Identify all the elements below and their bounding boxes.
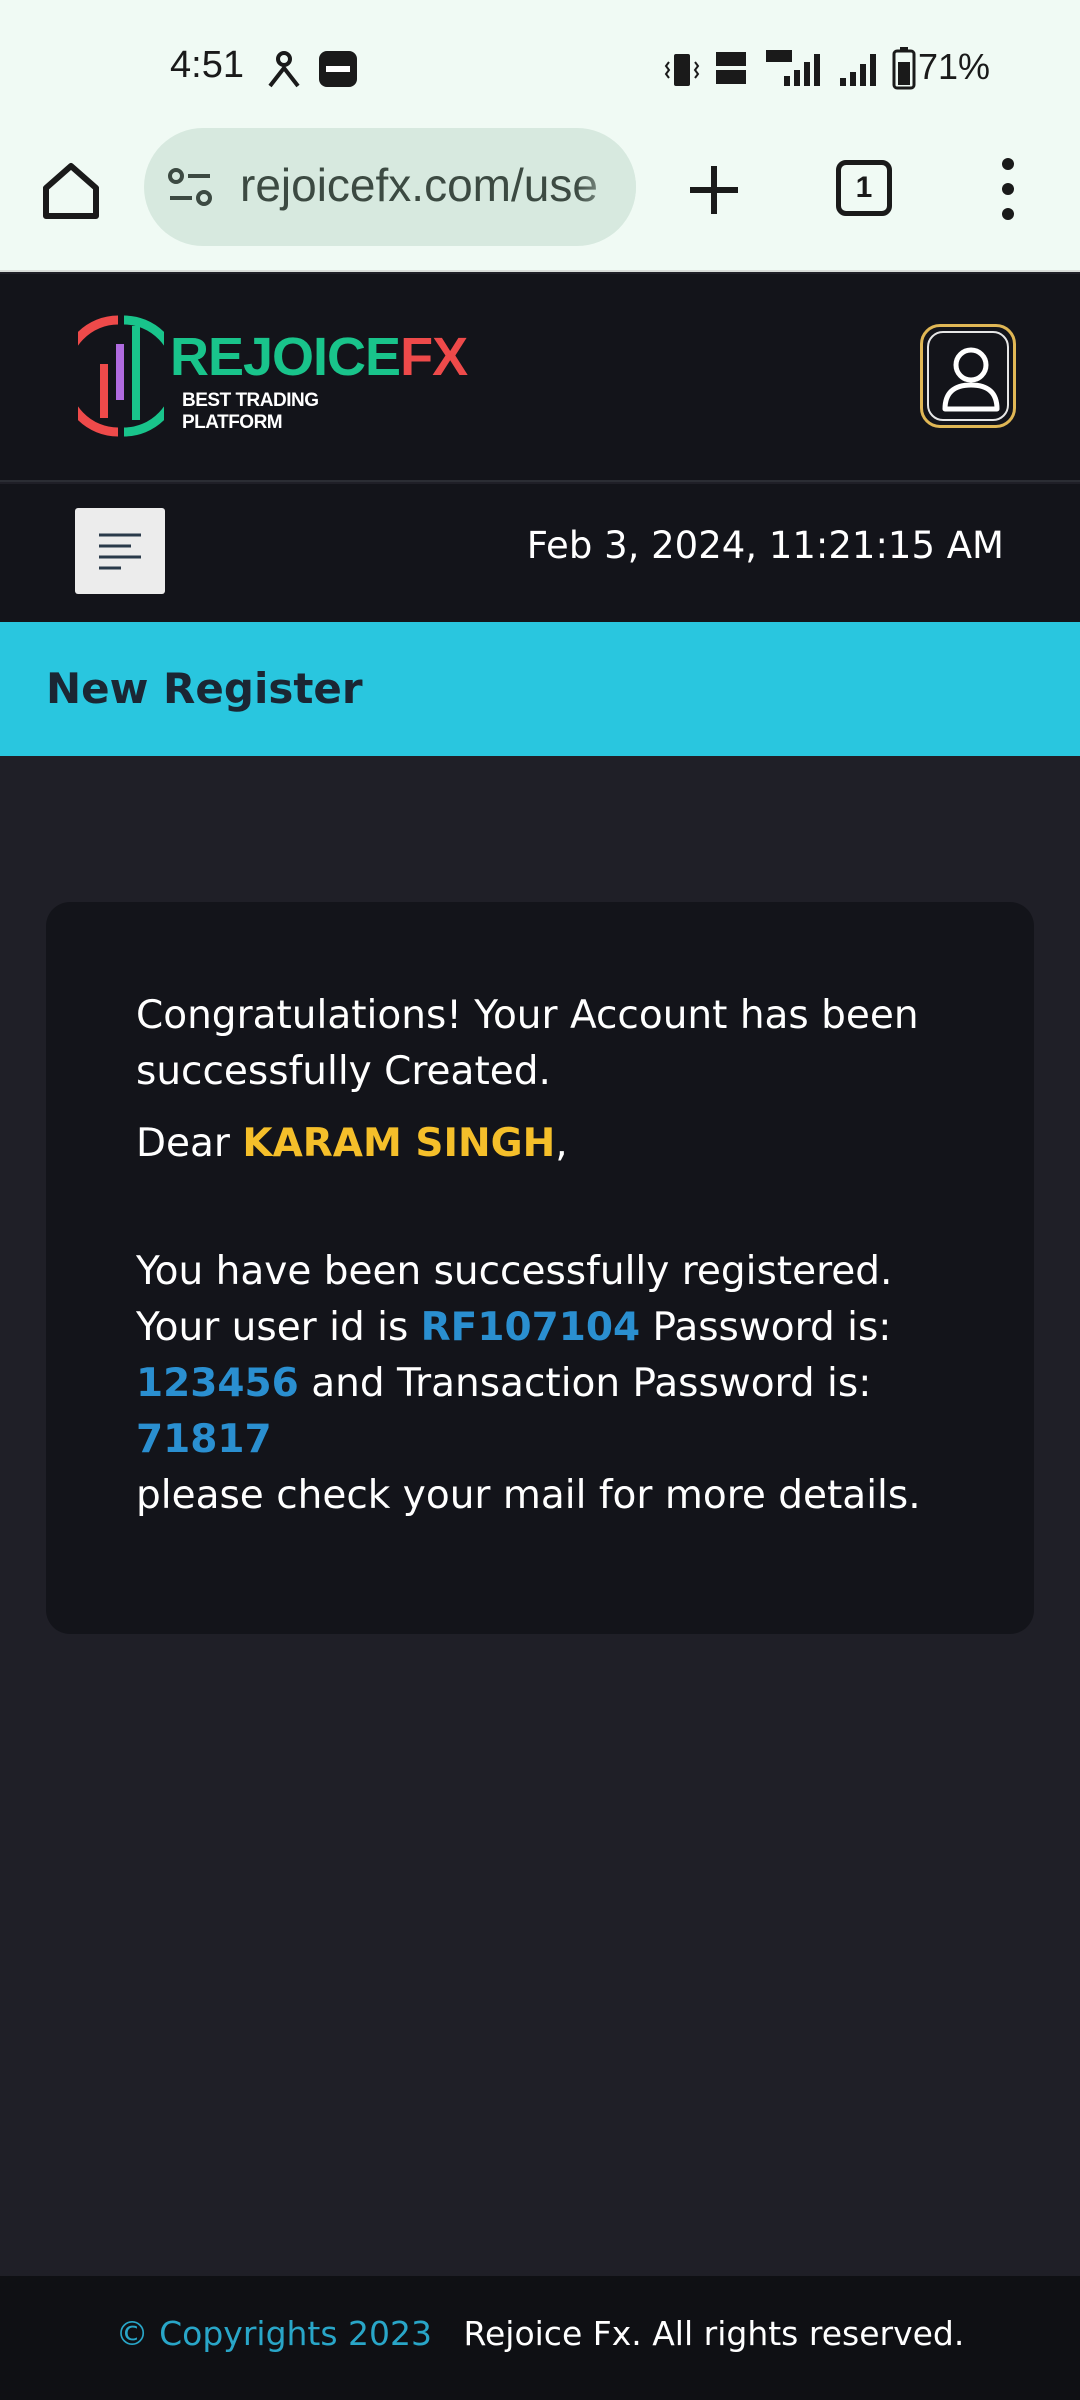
url-text[interactable]: rejoicefx.com/use xyxy=(240,158,598,212)
current-datetime: Feb 3, 2024, 11:21:15 AM xyxy=(526,524,1004,567)
user-name: KARAM SINGH xyxy=(242,1121,556,1166)
menu-lines-icon xyxy=(99,533,141,570)
sidebar-toggle-button[interactable] xyxy=(75,508,165,594)
battery-icon xyxy=(892,47,916,90)
battery-percent: 71% xyxy=(918,46,991,87)
status-time: 4:51 xyxy=(170,44,244,86)
new-tab-icon[interactable] xyxy=(684,160,744,220)
address-bar[interactable]: rejoicefx.com/use xyxy=(144,128,636,246)
logo-mark-icon xyxy=(78,315,164,437)
site-header: REJOICEFX BEST TRADING PLATFORM xyxy=(0,274,1080,482)
transaction-password-value: 71817 xyxy=(136,1417,272,1462)
home-icon[interactable] xyxy=(38,158,104,224)
profile-button[interactable] xyxy=(920,324,1016,428)
page-title-bar: New Register xyxy=(0,622,1080,756)
paytm-notification-icon xyxy=(319,51,357,87)
user-icon xyxy=(942,347,1000,412)
sub-navbar: Feb 3, 2024, 11:21:15 AM xyxy=(0,484,1080,622)
volte-icon xyxy=(716,52,746,84)
page-title: New Register xyxy=(46,664,363,713)
footer-copyright: © Copyrights 2023 xyxy=(115,2314,433,2353)
logo-tagline: BEST TRADING PLATFORM xyxy=(182,390,319,433)
app-notification-icon xyxy=(268,51,300,88)
footer-rights: Rejoice Fx. All rights reserved. xyxy=(463,2314,965,2353)
password-value: 123456 xyxy=(136,1361,299,1406)
congrats-message: Congratulations! Your Account has been s… xyxy=(136,993,919,1094)
browser-toolbar: rejoicefx.com/use 1 xyxy=(0,128,1080,272)
vibrate-icon xyxy=(664,54,700,86)
more-menu-icon[interactable] xyxy=(990,156,1026,222)
registration-success-card: Congratulations! Your Account has been s… xyxy=(46,902,1034,1634)
credentials-message: You have been successfully registered. Yo… xyxy=(136,1249,921,1518)
signal-strength-icon xyxy=(840,54,876,86)
signal-5g-icon xyxy=(766,50,820,86)
user-id-value: RF107104 xyxy=(420,1305,641,1350)
status-bar: 4:51 71% xyxy=(0,0,1080,128)
site-settings-icon[interactable] xyxy=(166,166,214,208)
site-footer: © Copyrights 2023 Rejoice Fx. All rights… xyxy=(0,2276,1080,2400)
greeting-line: Dear KARAM SINGH, xyxy=(136,1121,568,1166)
logo-wordmark: REJOICEFX xyxy=(170,327,468,387)
site-logo[interactable]: REJOICEFX BEST TRADING PLATFORM xyxy=(78,314,468,438)
tab-switcher-button[interactable]: 1 xyxy=(836,160,892,216)
